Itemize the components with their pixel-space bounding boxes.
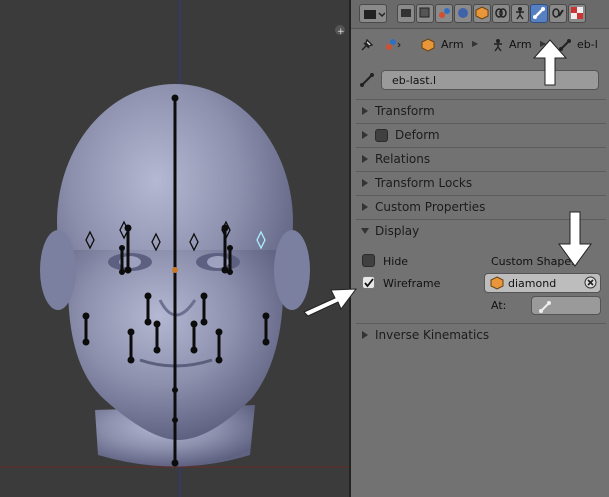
object-context-icon [421,38,435,55]
divider [356,99,606,100]
divider [356,171,606,172]
properties-editor: Arm ▶ Arm ▶ eb-l eb-last.l Transform Def… [351,0,609,497]
panel-custom-properties[interactable]: Custom Properties [356,197,606,217]
render-layers-icon[interactable] [416,4,434,23]
divider [356,219,606,220]
scene-context-icon [384,38,402,55]
constraints-icon[interactable] [492,4,510,23]
armature-context-icon [491,38,505,55]
collapsed-arrow-icon [362,331,368,339]
breadcrumb-separator-icon: ▶ [540,39,547,48]
checkmark-icon [364,278,374,288]
breadcrumb-separator-icon: ▶ [472,39,479,48]
object-icon[interactable] [473,4,491,23]
texture-icon[interactable] [568,4,586,23]
clear-icon[interactable] [584,276,597,292]
panel-display[interactable]: Display [356,221,606,241]
deform-checkbox[interactable] [375,129,388,142]
scene-icon[interactable] [435,4,453,23]
collapsed-arrow-icon [362,107,368,115]
bone-icon[interactable] [530,4,548,23]
breadcrumb-item-bone: eb-l [577,38,598,51]
collapsed-arrow-icon [362,131,368,139]
at-bone-field[interactable] [531,296,601,315]
wireframe-checkbox[interactable] [362,276,375,289]
expanded-arrow-icon [361,228,369,234]
custom-shape-label: Custom Shape: [491,255,575,268]
properties-header [351,0,609,29]
bone-icon [538,299,552,318]
3d-viewport[interactable]: + [0,0,349,497]
panel-transform[interactable]: Transform [356,101,606,121]
wireframe-label: Wireframe [383,277,441,290]
panel-inverse-kinematics[interactable]: Inverse Kinematics [356,325,606,345]
viewport-canvas: + [0,0,349,497]
panel-deform[interactable]: Deform [356,125,606,145]
custom-shape-field[interactable]: diamond [484,273,601,293]
collapsed-arrow-icon [362,155,368,163]
bone-icon [359,72,375,92]
properties-editor-icon[interactable] [359,4,387,23]
divider [356,147,606,148]
at-label: At: [491,299,507,312]
custom-shape-value: diamond [508,277,557,290]
world-icon[interactable] [454,4,472,23]
panel-relations[interactable]: Relations [356,149,606,169]
render-icon[interactable] [397,4,415,23]
collapsed-arrow-icon [362,203,368,211]
breadcrumb-item-armature: Arm [509,38,532,51]
pin-icon[interactable] [359,38,374,55]
bone-constraints-icon[interactable] [549,4,567,23]
object-data-armature-icon[interactable] [511,4,529,23]
breadcrumb: Arm ▶ Arm ▶ eb-l [351,32,609,58]
object-icon [490,276,504,293]
svg-text:+: + [337,27,345,37]
hide-checkbox[interactable] [362,254,375,267]
hide-label: Hide [383,255,409,268]
bone-context-icon [558,38,572,55]
divider [356,123,606,124]
bone-name-field[interactable]: eb-last.l [381,70,599,90]
panel-transform-locks[interactable]: Transform Locks [356,173,606,193]
breadcrumb-item-object: Arm [441,38,464,51]
collapsed-arrow-icon [362,179,368,187]
divider [356,323,606,324]
divider [356,195,606,196]
